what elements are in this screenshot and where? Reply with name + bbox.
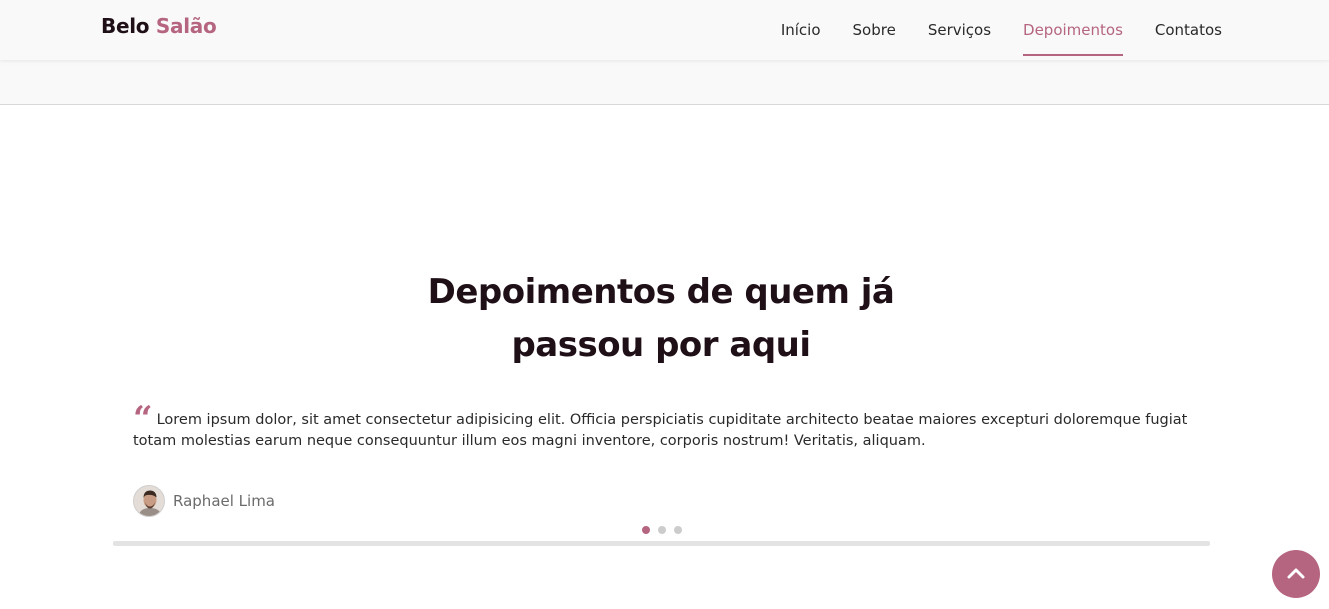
author-name: Raphael Lima <box>173 492 275 510</box>
carousel-dot-2[interactable] <box>658 526 666 534</box>
carousel-dot-1[interactable] <box>642 526 650 534</box>
nav-item-sobre[interactable]: Sobre <box>853 4 896 56</box>
section-title-line1: Depoimentos de quem já <box>427 272 895 312</box>
nav-item-inicio[interactable]: Início <box>781 4 821 56</box>
back-to-top-button[interactable] <box>1272 550 1320 598</box>
section-title: Depoimentos de quem já passou por aqui <box>0 266 1322 372</box>
quote-icon: “ <box>133 399 153 439</box>
main-nav: Início Sobre Serviços Depoimentos Contat… <box>781 0 1222 60</box>
testimonial-card: “Lorem ipsum dolor, sit amet consectetur… <box>133 399 1193 452</box>
logo[interactable]: Belo Salão <box>101 14 217 38</box>
logo-accent: Salão <box>155 14 217 38</box>
avatar <box>133 485 165 517</box>
person-avatar-icon <box>134 486 164 516</box>
chevron-up-icon <box>1287 568 1305 579</box>
header-band <box>0 60 1329 105</box>
nav-item-servicos[interactable]: Serviços <box>928 4 991 56</box>
carousel-dots <box>642 526 690 534</box>
logo-main: Belo <box>101 14 150 38</box>
testimonial-text: Lorem ipsum dolor, sit amet consectetur … <box>133 412 1188 449</box>
site-header: Belo Salão Início Sobre Serviços Depoime… <box>0 0 1329 60</box>
section-title-line2: passou por aqui <box>511 325 811 365</box>
nav-item-depoimentos[interactable]: Depoimentos <box>1023 4 1123 56</box>
testimonial-author: Raphael Lima <box>133 485 275 517</box>
carousel-scrollbar[interactable] <box>113 541 1210 546</box>
carousel-dot-3[interactable] <box>674 526 682 534</box>
nav-item-contatos[interactable]: Contatos <box>1155 4 1222 56</box>
testimonial-quote: “Lorem ipsum dolor, sit amet consectetur… <box>133 399 1193 452</box>
